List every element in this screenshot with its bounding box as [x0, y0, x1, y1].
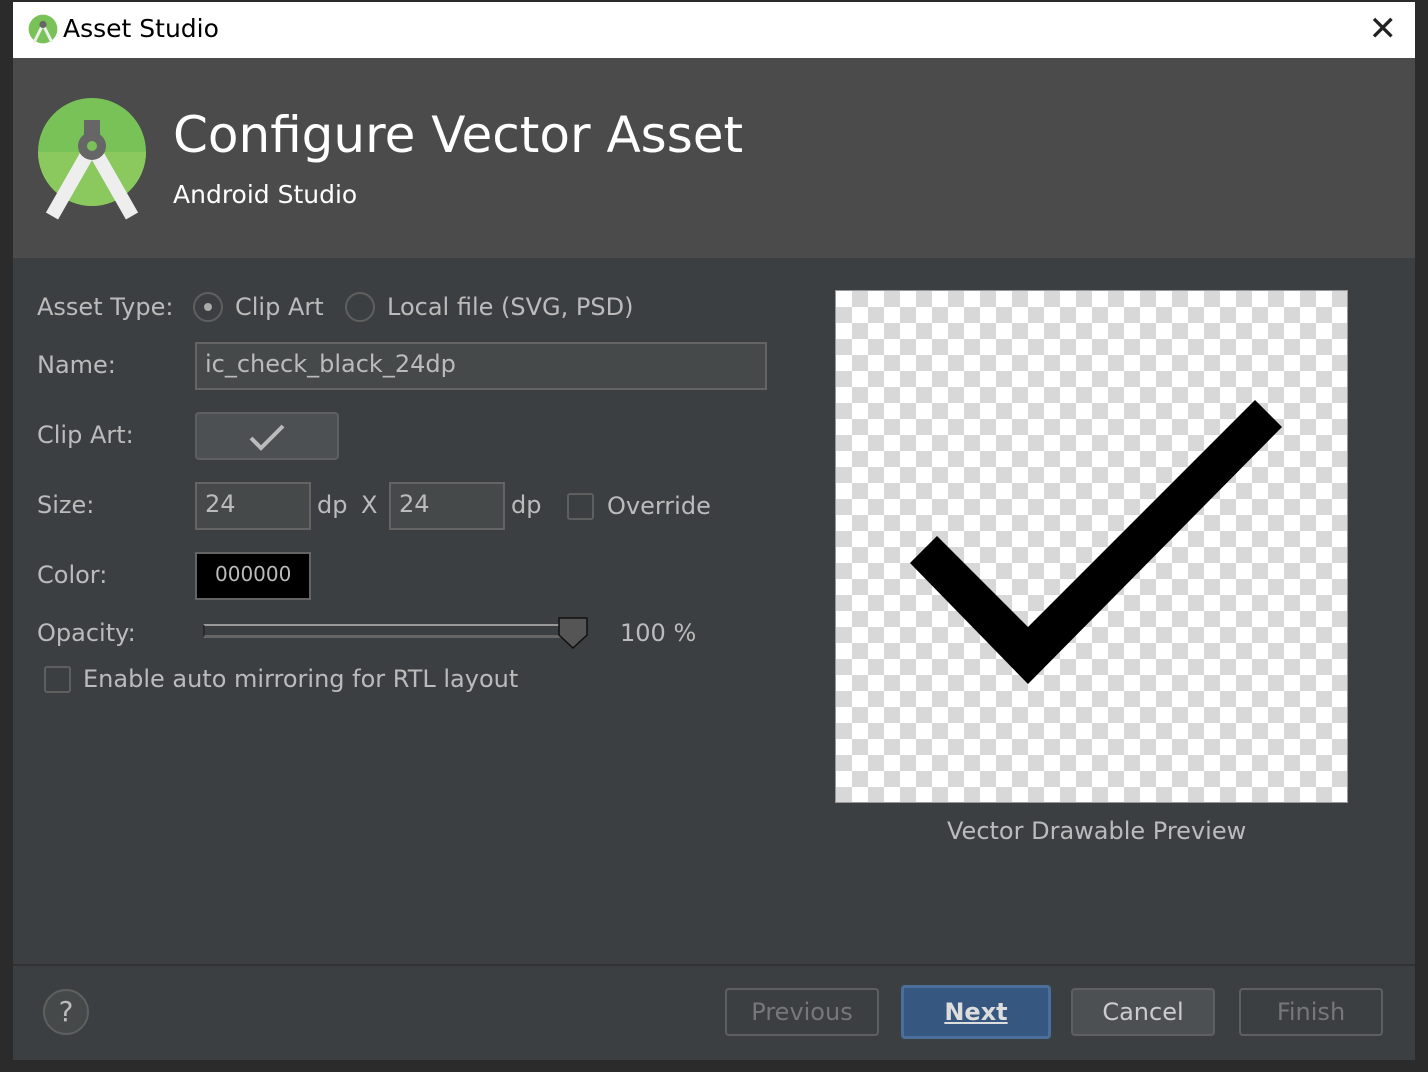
opacity-slider[interactable] [203, 624, 569, 638]
width-unit: dp [317, 491, 348, 519]
previous-button[interactable]: Previous [725, 988, 879, 1036]
override-label[interactable]: Override [607, 492, 711, 520]
local-file-radio-label[interactable]: Local file (SVG, PSD) [387, 293, 633, 321]
clip-art-button[interactable] [195, 412, 339, 460]
local-file-radio[interactable] [345, 292, 375, 322]
window-title: Asset Studio [63, 14, 219, 43]
opacity-slider-thumb[interactable] [558, 617, 588, 649]
opacity-label: Opacity: [37, 619, 136, 647]
size-label: Size: [37, 491, 95, 519]
color-swatch-input[interactable]: 000000 [195, 552, 311, 600]
asset-type-label: Asset Type: [37, 293, 174, 321]
clip-art-radio[interactable] [193, 292, 223, 322]
check-icon [910, 400, 1282, 684]
auto-mirroring-checkbox[interactable] [44, 666, 71, 693]
title-bar: Asset Studio ✕ [13, 2, 1415, 58]
name-label: Name: [37, 351, 116, 379]
asset-studio-dialog: Asset Studio ✕ Configure Vector Asset An… [13, 2, 1415, 1060]
opacity-value: 100 % [620, 619, 697, 647]
check-icon [249, 424, 285, 451]
name-input[interactable]: ic_check_black_24dp [195, 342, 767, 390]
override-checkbox[interactable] [567, 493, 594, 520]
android-studio-logo-icon [28, 14, 58, 44]
preview-caption: Vector Drawable Preview [947, 817, 1247, 845]
android-studio-logo-icon [38, 98, 146, 220]
page-subtitle: Android Studio [173, 180, 358, 209]
help-icon: ? [58, 995, 74, 1028]
cancel-button[interactable]: Cancel [1071, 988, 1215, 1036]
height-unit: dp [511, 491, 542, 519]
finish-button[interactable]: Finish [1239, 988, 1383, 1036]
help-button[interactable]: ? [43, 989, 89, 1035]
next-button[interactable]: Next [901, 985, 1051, 1039]
page-title: Configure Vector Asset [173, 106, 744, 164]
header: Configure Vector Asset Android Studio [13, 58, 1415, 258]
vector-drawable-preview [835, 290, 1348, 803]
width-input[interactable]: 24 [195, 482, 311, 530]
times-label: X [361, 491, 378, 519]
clip-art-radio-label[interactable]: Clip Art [235, 293, 324, 321]
auto-mirroring-label[interactable]: Enable auto mirroring for RTL layout [83, 665, 518, 693]
height-input[interactable]: 24 [389, 482, 505, 530]
clip-art-label: Clip Art: [37, 421, 134, 449]
footer-divider [13, 964, 1415, 966]
color-label: Color: [37, 561, 108, 589]
close-icon[interactable]: ✕ [1369, 12, 1398, 46]
